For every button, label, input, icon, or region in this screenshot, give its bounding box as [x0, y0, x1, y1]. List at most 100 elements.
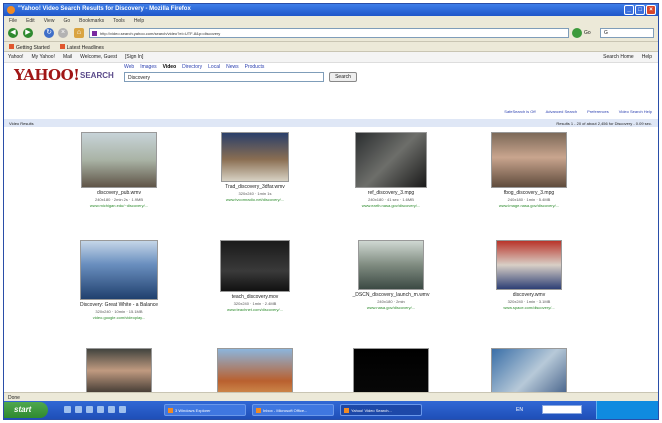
- close-button[interactable]: ×: [646, 5, 656, 15]
- taskbar-search-input[interactable]: [542, 405, 582, 414]
- go-label[interactable]: Go: [584, 30, 591, 36]
- address-bar[interactable]: http://video.search.yahoo.com/search/vid…: [89, 28, 569, 38]
- video-source-url[interactable]: www.nasa.gov/discovery/...: [316, 305, 466, 310]
- taskbar-item-explorer[interactable]: 3 Windows Explorer: [164, 404, 246, 416]
- search-button[interactable]: Search: [329, 72, 357, 82]
- yt-mail[interactable]: Mail: [63, 54, 72, 62]
- yt-my-yahoo[interactable]: My Yahoo!: [31, 54, 54, 62]
- tab-web[interactable]: Web: [124, 64, 134, 70]
- results-count: Results 1 - 20 of about 2,456 for Discov…: [556, 121, 652, 126]
- results-label: Video Results: [9, 121, 34, 126]
- quick-launch-icon[interactable]: [119, 406, 126, 413]
- quick-launch-icon[interactable]: [108, 406, 115, 413]
- home-icon[interactable]: ⌂: [74, 28, 84, 38]
- video-thumbnail[interactable]: [358, 240, 424, 290]
- video-thumbnail[interactable]: [355, 132, 427, 188]
- video-thumbnail[interactable]: [221, 132, 289, 182]
- video-result[interactable]: [180, 348, 330, 392]
- menu-tools[interactable]: Tools: [113, 18, 125, 25]
- video-title[interactable]: ref_discovery_3.mpg: [316, 190, 466, 196]
- video-result[interactable]: Trad_discovery_3dfar.wmv 320x240 · 1min 1…: [180, 132, 330, 202]
- preferences-link[interactable]: Preferences: [587, 109, 609, 114]
- video-thumbnail[interactable]: [80, 240, 158, 300]
- video-result[interactable]: ref_discovery_3.mpg 240x180 · 41 sec · 1.…: [316, 132, 466, 208]
- video-thumbnail[interactable]: [496, 240, 562, 290]
- video-thumbnail[interactable]: [220, 240, 290, 292]
- maximize-button[interactable]: □: [635, 5, 645, 15]
- video-thumbnail[interactable]: [81, 132, 157, 188]
- start-button[interactable]: start: [4, 402, 48, 418]
- menu-view[interactable]: View: [44, 18, 55, 25]
- navigation-toolbar: ◀ ▶ ↻ × ⌂ http://video.search.yahoo.com/…: [4, 25, 658, 42]
- back-arrow-icon[interactable]: ◀: [8, 28, 18, 38]
- video-source-url[interactable]: www.michigan.edu/~discovery/...: [44, 203, 194, 208]
- video-title[interactable]: Trad_discovery_3dfar.wmv: [180, 184, 330, 190]
- stop-icon[interactable]: ×: [58, 28, 68, 38]
- video-source-url[interactable]: www.teachnet.com/discovery/...: [180, 307, 330, 312]
- bookmark-latest-headlines[interactable]: Latest Headlines: [59, 44, 104, 51]
- menu-go[interactable]: Go: [63, 18, 70, 25]
- video-source-url[interactable]: www.earth.nasa.gov/discovery/...: [316, 203, 466, 208]
- tab-local[interactable]: Local: [208, 64, 220, 70]
- safesearch-link[interactable]: SafeSearch is Off: [504, 109, 535, 114]
- toolbar-search-input[interactable]: G: [600, 28, 654, 38]
- quick-launch-icon[interactable]: [86, 406, 93, 413]
- tab-news[interactable]: News: [226, 64, 239, 70]
- video-thumbnail[interactable]: [217, 348, 293, 392]
- video-title[interactable]: teach_discovery.mov: [180, 294, 330, 300]
- video-source-url[interactable]: video.google.com/videoplay...: [44, 315, 194, 320]
- folder-icon: [168, 408, 173, 413]
- video-title[interactable]: discovery.wmv: [454, 292, 604, 298]
- video-result[interactable]: [316, 348, 466, 392]
- menu-help[interactable]: Help: [134, 18, 144, 25]
- menu-edit[interactable]: Edit: [26, 18, 35, 25]
- advanced-search-link[interactable]: Advanced Search: [546, 109, 578, 114]
- video-result[interactable]: fbog_discovery_3.mpg 240x180 · 1min · 5.4…: [454, 132, 604, 208]
- video-source-url[interactable]: www.image.nasa.gov/discovery/...: [454, 203, 604, 208]
- video-result[interactable]: [454, 348, 604, 392]
- video-title[interactable]: fbog_discovery_3.mpg: [454, 190, 604, 196]
- yt-help[interactable]: Help: [642, 54, 652, 60]
- video-result[interactable]: [44, 348, 194, 392]
- video-thumbnail[interactable]: [491, 348, 567, 392]
- video-result[interactable]: discovery.wmv 320x240 · 1min · 3.1MB www.s…: [454, 240, 604, 310]
- yt-sign-in[interactable]: [Sign In]: [125, 54, 143, 62]
- forward-arrow-icon[interactable]: ▶: [23, 28, 33, 38]
- video-source-url[interactable]: www.space.com/discovery/...: [454, 305, 604, 310]
- yt-search-home[interactable]: Search Home: [603, 54, 634, 60]
- quick-launch-icon[interactable]: [64, 406, 71, 413]
- quick-launch-icon[interactable]: [97, 406, 104, 413]
- go-icon[interactable]: [572, 28, 582, 38]
- quick-launch-icon[interactable]: [75, 406, 82, 413]
- tab-products[interactable]: Products: [245, 64, 265, 70]
- video-title[interactable]: _DSCN_discovery_launch_m.wmv: [316, 292, 466, 298]
- video-result[interactable]: _DSCN_discovery_launch_m.wmv 240x180 · 2m…: [316, 240, 466, 310]
- video-thumbnail[interactable]: [353, 348, 429, 392]
- tab-images[interactable]: Images: [140, 64, 156, 70]
- bookmark-getting-started[interactable]: Getting Started: [9, 44, 50, 51]
- video-result[interactable]: Discovery: Great White - a Balance 320x24…: [44, 240, 194, 320]
- taskbar-item-firefox[interactable]: Yahoo! Video Search...: [340, 404, 422, 416]
- video-result[interactable]: teach_discovery.mov 320x240 · 1min · 2.4M…: [180, 240, 330, 312]
- video-thumbnail[interactable]: [86, 348, 152, 392]
- reload-icon[interactable]: ↻: [44, 28, 54, 38]
- video-result[interactable]: discovery_pub.wmv 240x180 · 2min 2s · 1.9…: [44, 132, 194, 208]
- tab-directory[interactable]: Directory: [182, 64, 202, 70]
- video-title[interactable]: Discovery: Great White - a Balance: [44, 302, 194, 308]
- video-source-url[interactable]: www.tvcomradio.net/discovery/...: [180, 197, 330, 202]
- taskbar-item-outlook[interactable]: Inbox - Microsoft Office...: [252, 404, 334, 416]
- menu-file[interactable]: File: [9, 18, 17, 25]
- video-help-link[interactable]: Video Search Help: [619, 109, 652, 114]
- language-indicator[interactable]: EN: [516, 407, 523, 413]
- yt-yahoo[interactable]: Yahoo!: [8, 54, 23, 62]
- video-title[interactable]: discovery_pub.wmv: [44, 190, 194, 196]
- minimize-button[interactable]: _: [624, 5, 634, 15]
- menu-bookmarks[interactable]: Bookmarks: [79, 18, 104, 25]
- video-thumbnail[interactable]: [491, 132, 567, 188]
- search-input[interactable]: Discovery: [124, 72, 324, 82]
- window-title: "Yahoo! Video Search Results for Discove…: [18, 6, 191, 12]
- tab-video[interactable]: Video: [163, 64, 177, 70]
- yahoo-logo[interactable]: YAHOO!: [14, 66, 80, 84]
- firefox-icon: [7, 6, 15, 14]
- address-text: http://video.search.yahoo.com/search/vid…: [100, 31, 221, 36]
